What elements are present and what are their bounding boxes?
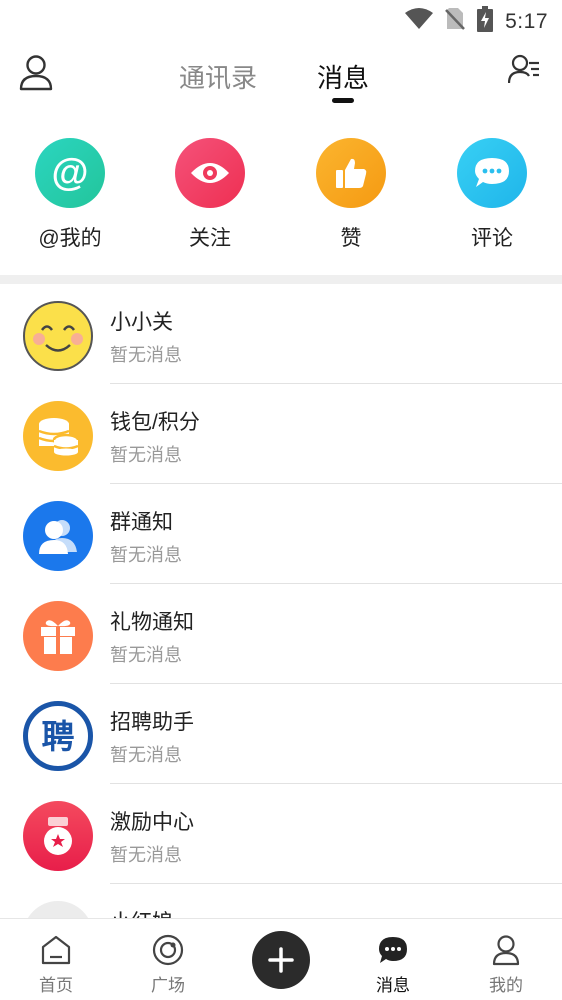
message-row-incentive[interactable]: 激励中心 暂无消息 (0, 784, 562, 884)
thumbs-up-icon (316, 138, 386, 208)
no-sim-icon (445, 7, 466, 36)
tab-messages[interactable]: 消息 (317, 58, 369, 95)
message-row-wallet[interactable]: 钱包/积分 暂无消息 (0, 384, 562, 484)
quick-action-at-me[interactable]: @ @我的 (10, 138, 130, 252)
message-row-matchmaker[interactable]: 小红娘 (0, 884, 562, 918)
message-list: 小小关 暂无消息 钱包/积分 暂无消息 群通知 暂无消息 礼物通知 暂无消息 聘… (0, 284, 562, 918)
header: 通讯录 消息 (0, 44, 562, 114)
nav-home[interactable]: 首页 (16, 933, 96, 996)
contacts-list-icon[interactable] (507, 54, 548, 94)
recruit-icon: 聘 (23, 701, 93, 771)
message-row-recruit[interactable]: 聘 招聘助手 暂无消息 (0, 684, 562, 784)
message-row-xiaoxiaoguan[interactable]: 小小关 暂无消息 (0, 284, 562, 384)
message-row-group-notice[interactable]: 群通知 暂无消息 (0, 484, 562, 584)
message-row-gift-notice[interactable]: 礼物通知 暂无消息 (0, 584, 562, 684)
recruit-badge-text: 聘 (41, 717, 75, 755)
message-subtitle: 暂无消息 (110, 445, 182, 465)
message-subtitle: 暂无消息 (110, 545, 182, 565)
nav-plaza[interactable]: 广场 (128, 933, 208, 996)
medal-icon (23, 801, 93, 871)
quick-action-comment[interactable]: 评论 (432, 138, 552, 252)
section-separator (0, 275, 562, 284)
at-icon: @ (35, 138, 105, 208)
plus-icon[interactable] (252, 931, 310, 989)
nav-profile[interactable]: 我的 (466, 933, 546, 996)
profile-icon (466, 933, 546, 967)
message-title: 群通知 (110, 511, 173, 534)
user-icon[interactable] (18, 54, 58, 94)
quick-action-label: @我的 (38, 227, 102, 250)
nav-messages[interactable]: 消息 (353, 933, 433, 996)
quick-actions: @ @我的 关注 赞 评论 (0, 138, 562, 258)
gift-icon (23, 601, 93, 671)
message-title: 激励中心 (110, 811, 194, 834)
message-title: 招聘助手 (110, 711, 194, 734)
active-tab-indicator (332, 98, 354, 103)
message-title: 小红娘 (110, 906, 173, 918)
quick-action-follow[interactable]: 关注 (150, 138, 270, 252)
comment-icon (457, 138, 527, 208)
coins-icon (23, 401, 93, 471)
quick-action-label: 关注 (189, 227, 231, 250)
status-icons: 5:17 (405, 6, 548, 37)
quick-action-like[interactable]: 赞 (291, 138, 411, 252)
battery-charging-icon (477, 6, 494, 37)
nav-label: 广场 (151, 976, 185, 995)
smiley-icon (23, 301, 93, 371)
message-icon (353, 933, 433, 967)
quick-action-label: 赞 (340, 227, 362, 250)
message-title: 小小关 (110, 311, 173, 334)
plaza-icon (128, 933, 208, 967)
message-subtitle: 暂无消息 (110, 645, 182, 665)
nav-label: 消息 (376, 976, 410, 995)
message-subtitle: 暂无消息 (110, 845, 182, 865)
group-icon (23, 501, 93, 571)
home-icon (16, 933, 96, 967)
wifi-icon (405, 8, 434, 35)
matchmaker-icon (23, 901, 93, 918)
message-subtitle: 暂无消息 (110, 345, 182, 365)
status-bar: 5:17 (0, 0, 562, 40)
message-subtitle: 暂无消息 (110, 745, 182, 765)
status-time: 5:17 (505, 9, 548, 33)
tab-contacts[interactable]: 通讯录 (179, 58, 257, 95)
nav-label: 我的 (489, 976, 523, 995)
eye-icon (175, 138, 245, 208)
nav-label: 首页 (39, 976, 73, 995)
quick-action-label: 评论 (471, 227, 513, 250)
message-title: 钱包/积分 (110, 411, 200, 434)
bottom-nav: 首页 广场 消息 我的 (0, 918, 562, 1000)
message-title: 礼物通知 (110, 611, 194, 634)
